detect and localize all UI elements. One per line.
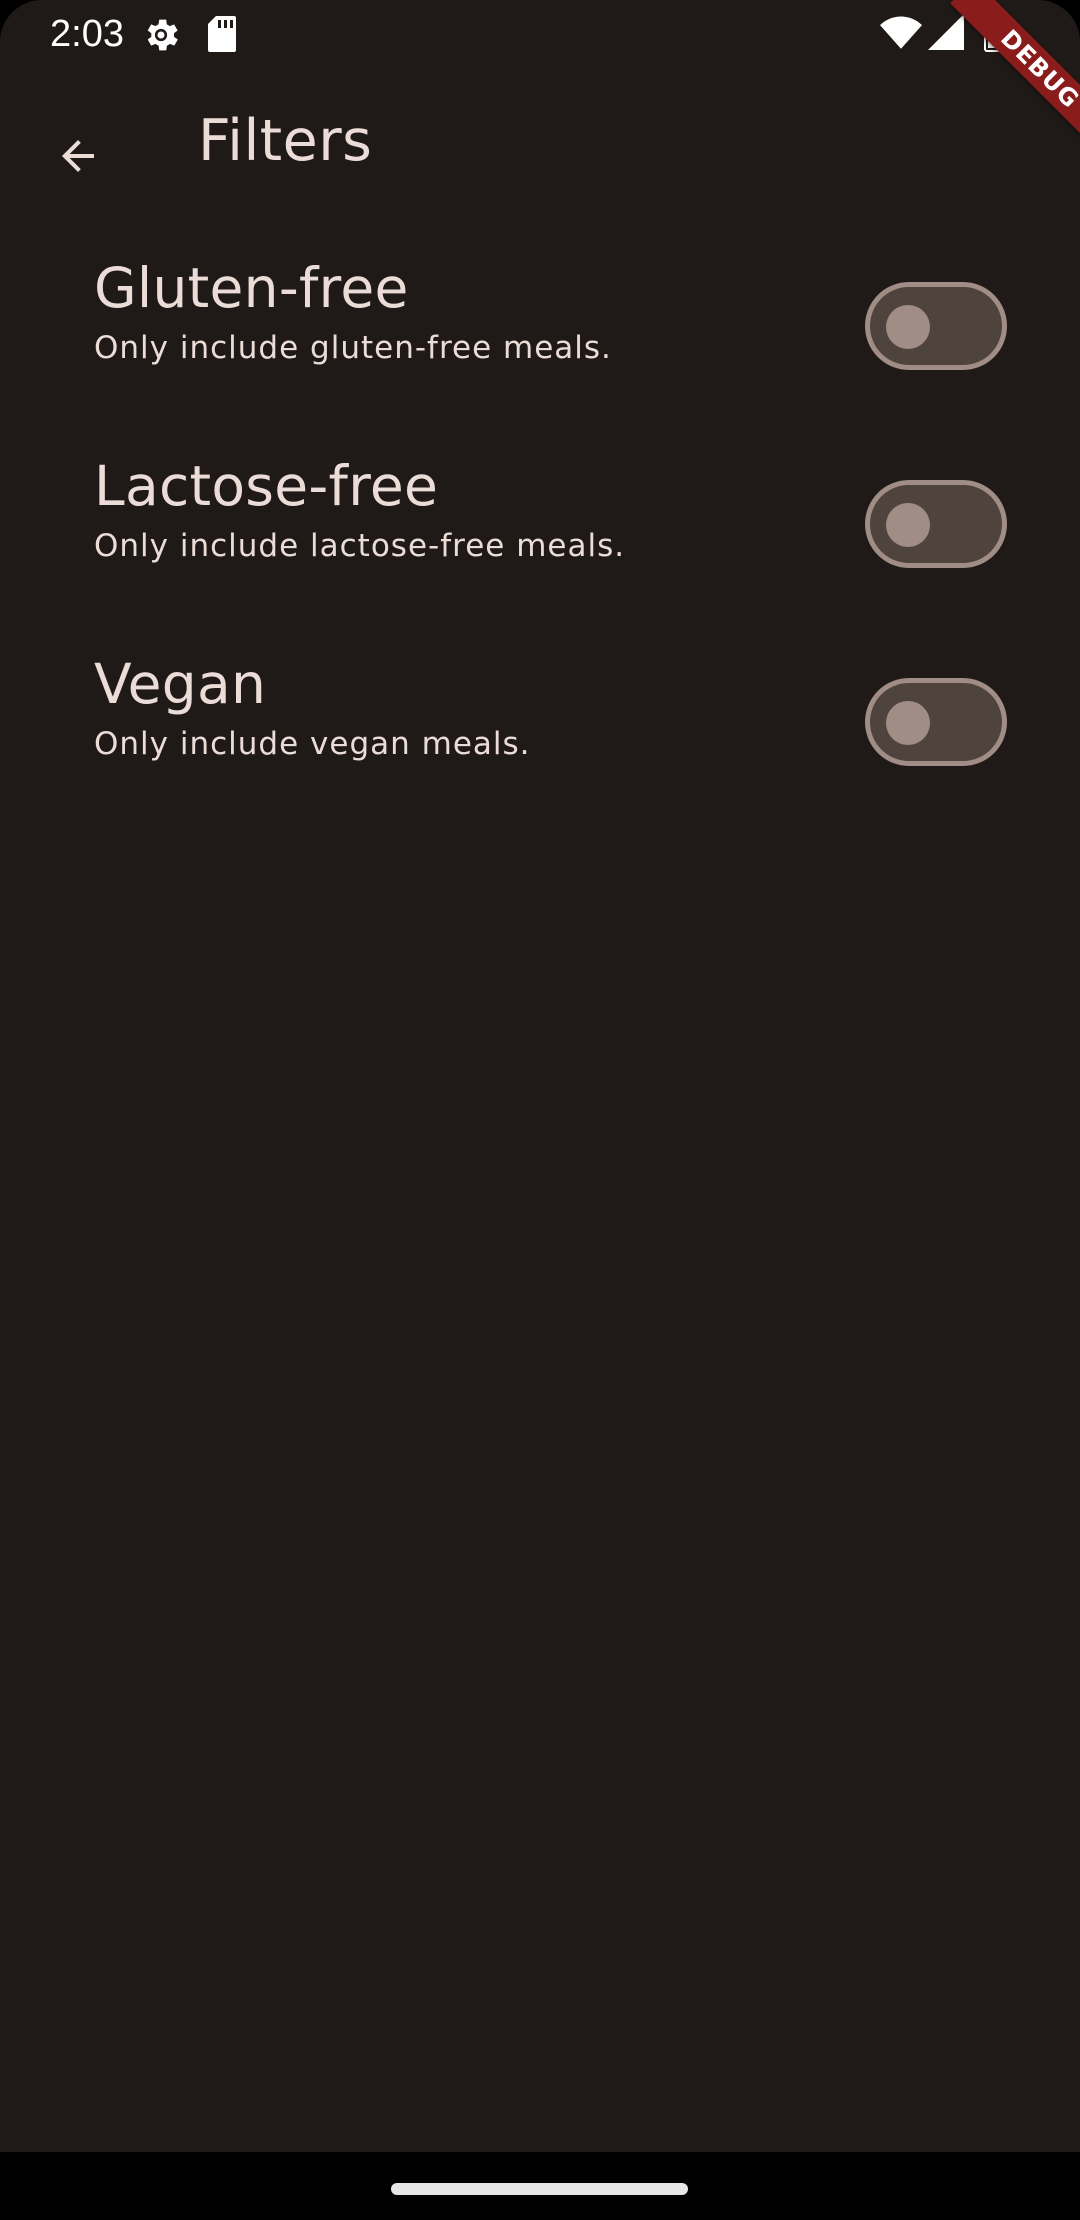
sd-card-icon xyxy=(208,16,236,52)
filter-subtitle: Only include lactose-free meals. xyxy=(94,528,626,564)
switch-thumb xyxy=(886,305,930,349)
switch-thumb xyxy=(886,503,930,547)
app-screen: 2:03 Filters Gluten-free Only include gl… xyxy=(0,0,1080,2220)
vegan-switch[interactable] xyxy=(865,678,1007,766)
filter-item-lactose-free[interactable]: Lactose-free Only include lactose-free m… xyxy=(0,446,1080,644)
gluten-free-switch[interactable] xyxy=(865,282,1007,370)
arrow-back-icon xyxy=(62,140,94,172)
settings-gear-icon xyxy=(147,19,178,51)
filter-title: Gluten-free xyxy=(94,256,409,320)
status-bar: 2:03 xyxy=(0,0,1080,68)
back-button[interactable] xyxy=(32,110,124,202)
page-title: Filters xyxy=(198,108,373,174)
status-time: 2:03 xyxy=(50,13,124,55)
filter-title: Lactose-free xyxy=(94,454,439,518)
wifi-icon xyxy=(880,16,922,49)
filter-item-gluten-free[interactable]: Gluten-free Only include gluten-free mea… xyxy=(0,248,1080,446)
cell-signal-icon xyxy=(928,14,964,50)
filter-item-vegan[interactable]: Vegan Only include vegan meals. xyxy=(0,644,1080,842)
navigation-bar xyxy=(0,2152,1080,2220)
app-bar: Filters xyxy=(0,68,1080,220)
switch-thumb xyxy=(886,701,930,745)
filter-subtitle: Only include gluten-free meals. xyxy=(94,330,612,366)
filter-title: Vegan xyxy=(94,652,267,716)
lactose-free-switch[interactable] xyxy=(865,480,1007,568)
home-gesture-handle[interactable] xyxy=(391,2183,688,2195)
filter-subtitle: Only include vegan meals. xyxy=(94,726,531,762)
